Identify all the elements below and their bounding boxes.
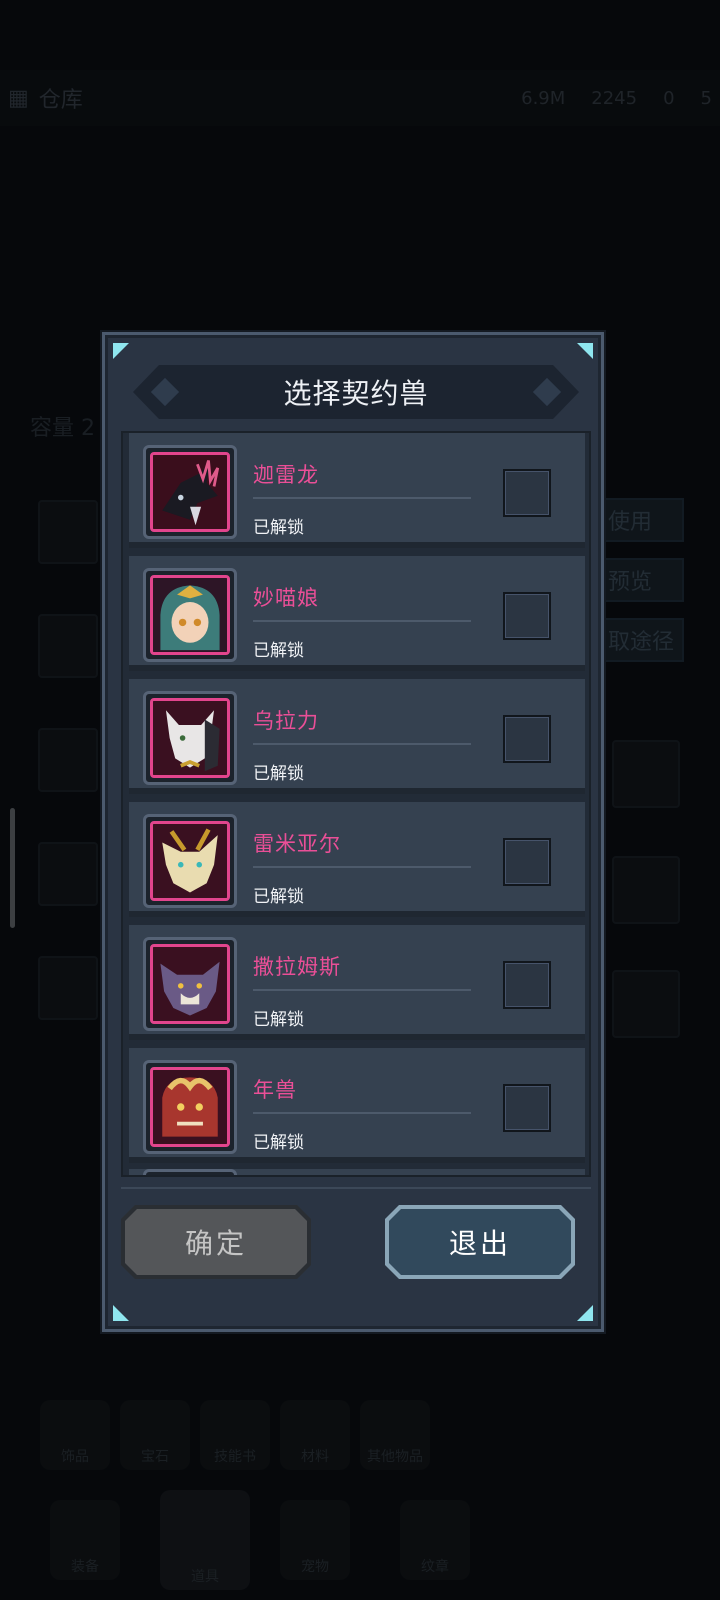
purple-beast-icon [150,944,230,1024]
beast-status: 已解锁 [253,887,304,907]
avatar [143,1060,237,1154]
corner-ornament [577,1305,593,1321]
avatar [143,568,237,662]
list-item[interactable]: 迦雷龙 已解锁 [129,433,585,548]
divider [253,989,471,991]
divider [253,1112,471,1114]
avatar [143,445,237,539]
divider [253,866,471,868]
beast-status: 已解锁 [253,518,304,538]
confirm-button[interactable]: 确定 [121,1205,311,1279]
list-item[interactable]: 年兽 已解锁 [129,1048,585,1163]
beast-name: 乌拉力 [253,709,319,733]
select-checkbox[interactable] [503,961,551,1009]
contract-beast-dialog: 选择契约兽 迦雷龙 已解锁 妙喵娘 已解锁 乌拉力 已解锁 雷米亚尔 已解锁 撒… [102,332,604,1332]
select-checkbox[interactable] [503,469,551,517]
list-item[interactable]: 乌拉力 已解锁 [129,679,585,794]
beast-status: 已解锁 [253,1133,304,1153]
beast-name: 撒拉姆斯 [253,955,341,979]
divider [253,620,471,622]
beast-status: 已解锁 [253,1010,304,1030]
select-checkbox[interactable] [503,715,551,763]
avatar [143,937,237,1031]
corner-ornament [577,343,593,359]
select-checkbox[interactable] [503,1084,551,1132]
beast-status: 已解锁 [253,641,304,661]
black-dragon-icon [150,452,230,532]
game-screen: ▦ 仓库 6.9M 2245 0 5 容量 2 使用 预览 取途径 饰品 宝石 … [0,0,720,1600]
beast-name: 迦雷龙 [253,463,319,487]
exit-button-label: 退出 [389,1209,571,1275]
nian-beast-icon [150,1067,230,1147]
corner-ornament [113,1305,129,1321]
exit-button[interactable]: 退出 [385,1205,575,1279]
list-item[interactable]: 雷米亚尔 已解锁 [129,802,585,917]
beast-name: 妙喵娘 [253,586,319,610]
divider [253,743,471,745]
cat-girl-icon [150,575,230,655]
dialog-title-bar: 选择契约兽 [133,365,579,419]
beast-list[interactable]: 迦雷龙 已解锁 妙喵娘 已解锁 乌拉力 已解锁 雷米亚尔 已解锁 撒拉姆斯 已解… [121,431,591,1177]
dialog-title: 选择契约兽 [283,377,429,410]
avatar [143,814,237,908]
golden-beast-icon [150,821,230,901]
white-beast-icon [150,698,230,778]
select-checkbox[interactable] [503,592,551,640]
beast-name: 年兽 [253,1078,297,1102]
avatar [143,1169,237,1175]
corner-ornament [113,343,129,359]
beast-status: 已解锁 [253,764,304,784]
confirm-button-label: 确定 [125,1209,307,1275]
beast-name: 雷米亚尔 [253,832,341,856]
list-item[interactable]: 撒拉姆斯 已解锁 [129,925,585,1040]
list-item[interactable]: 妙喵娘 已解锁 [129,556,585,671]
diamond-ornament-icon [150,377,180,407]
select-checkbox[interactable] [503,838,551,886]
divider [253,497,471,499]
divider [121,1187,591,1189]
avatar [143,691,237,785]
diamond-ornament-icon [532,377,562,407]
list-item-partial[interactable] [129,1169,585,1175]
